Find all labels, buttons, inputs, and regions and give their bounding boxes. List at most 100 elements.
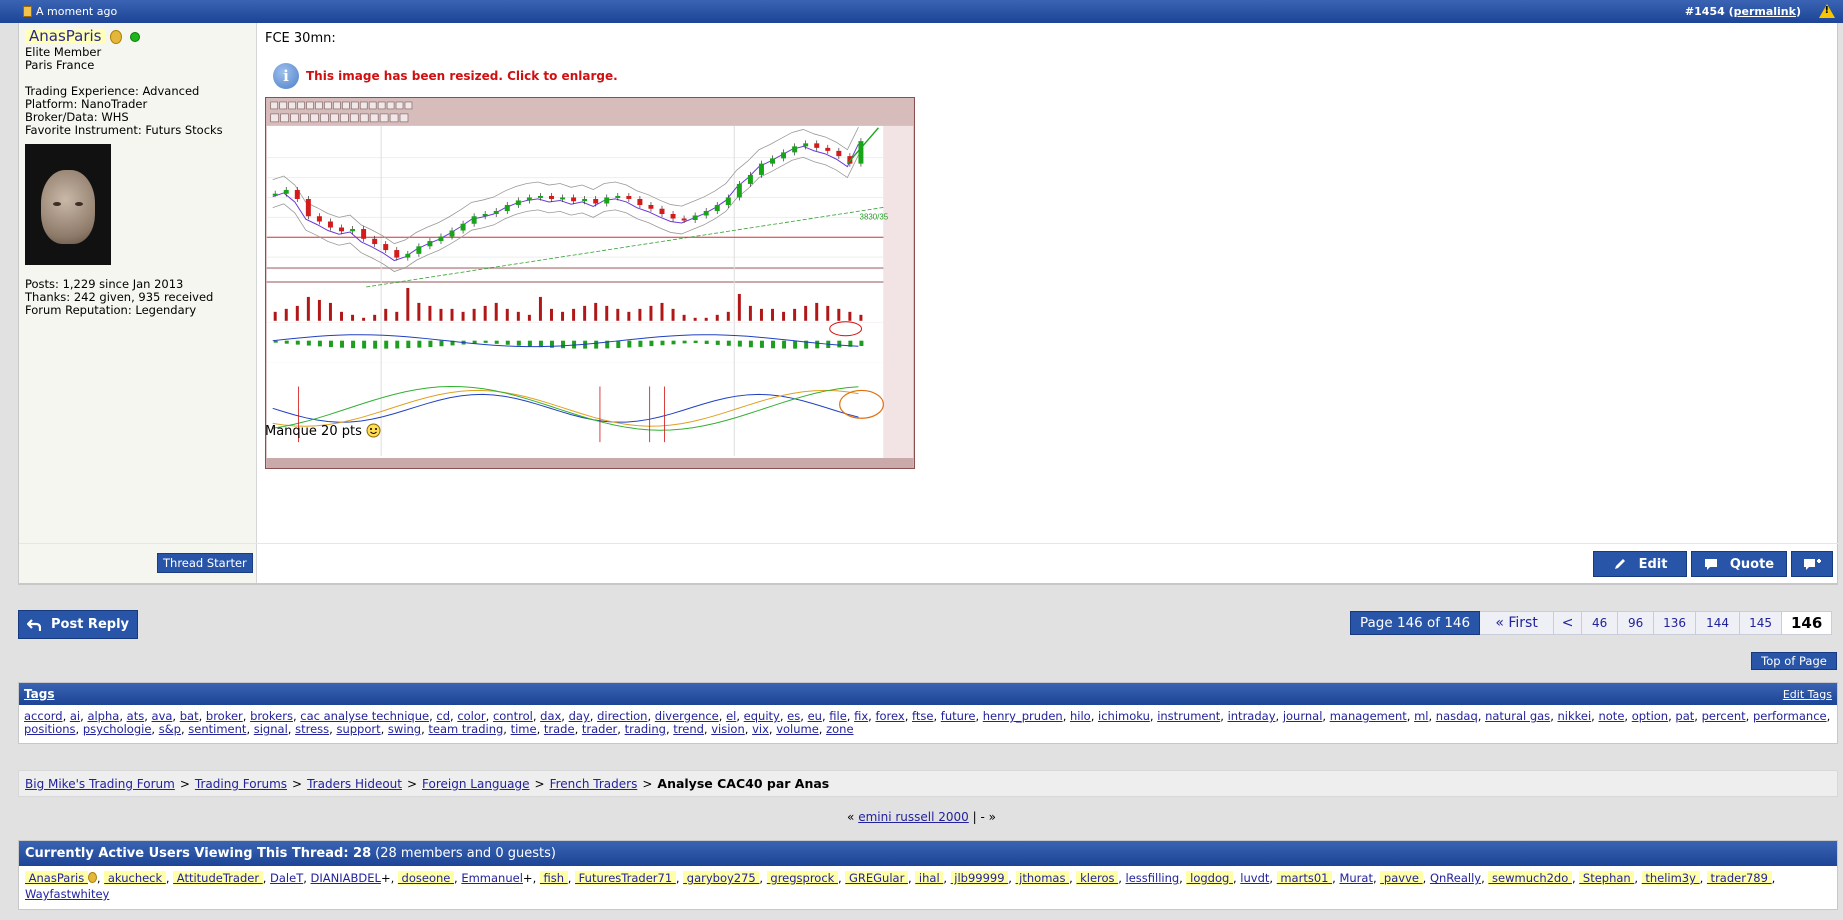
active-user-link[interactable]: pavve [1380, 871, 1423, 885]
active-user-link[interactable]: gregsprock [766, 871, 838, 885]
edit-tags-link[interactable]: Edit Tags [1783, 688, 1832, 701]
tag-link[interactable]: vix [752, 722, 769, 736]
breadcrumb-link[interactable]: French Traders [550, 777, 638, 791]
tag-link[interactable]: dax [540, 709, 561, 723]
page-link[interactable]: 96 [1618, 611, 1655, 635]
tag-link[interactable]: hilo [1070, 709, 1091, 723]
active-user-link[interactable]: AttitudeTrader [173, 871, 263, 885]
tag-link[interactable]: team trading [428, 722, 503, 736]
active-user-link[interactable]: thelim3y [1641, 871, 1700, 885]
tag-link[interactable]: ml [1414, 709, 1428, 723]
tag-link[interactable]: journal [1283, 709, 1323, 723]
active-user-link[interactable]: Wayfastwhitey [25, 887, 109, 901]
tag-link[interactable]: es [787, 709, 800, 723]
active-user-link[interactable]: GREGular [845, 871, 908, 885]
active-user-link[interactable]: luvdt [1240, 871, 1269, 885]
active-user-link[interactable]: sewmuch2do [1488, 871, 1572, 885]
active-user-link[interactable]: QnReally [1430, 871, 1481, 885]
tag-link[interactable]: alpha [87, 709, 119, 723]
tag-link[interactable]: direction [597, 709, 647, 723]
tag-link[interactable]: accord [24, 709, 63, 723]
tag-link[interactable]: nikkei [1558, 709, 1592, 723]
tag-link[interactable]: bat [180, 709, 199, 723]
tag-link[interactable]: ats [127, 709, 145, 723]
active-user-link[interactable]: trader789 [1706, 871, 1772, 885]
chart-image[interactable]: 3830/35 [265, 97, 915, 469]
tag-link[interactable]: eu [808, 709, 822, 723]
tag-link[interactable]: trader [582, 722, 617, 736]
active-user-link[interactable]: FuturesTrader71 [575, 871, 676, 885]
tag-link[interactable]: brokers [250, 709, 293, 723]
tag-link[interactable]: instrument [1157, 709, 1220, 723]
active-user-link[interactable]: doseone [397, 871, 455, 885]
page-link[interactable]: 136 [1654, 611, 1697, 635]
tag-link[interactable]: color [457, 709, 485, 723]
tag-link[interactable]: trend [673, 722, 704, 736]
breadcrumb-link[interactable]: Foreign Language [422, 777, 529, 791]
tag-link[interactable]: time [511, 722, 537, 736]
page-link[interactable]: 46 [1582, 611, 1619, 635]
breadcrumb-link[interactable]: Big Mike's Trading Forum [25, 777, 175, 791]
tag-link[interactable]: sentiment [188, 722, 246, 736]
prev-thread-link[interactable]: emini russell 2000 [858, 810, 969, 824]
active-user-link[interactable]: Murat [1339, 871, 1373, 885]
tag-link[interactable]: ichimoku [1098, 709, 1150, 723]
page-link[interactable]: 145 [1740, 611, 1783, 635]
active-user-link[interactable]: lessfilling [1126, 871, 1180, 885]
tags-title[interactable]: Tags [24, 687, 54, 701]
tag-link[interactable]: performance [1753, 709, 1827, 723]
thread-starter-badge[interactable]: Thread Starter [157, 553, 253, 573]
tag-link[interactable]: percent [1702, 709, 1746, 723]
edit-button[interactable]: Edit [1593, 551, 1687, 577]
tag-link[interactable]: ava [152, 709, 173, 723]
active-user-link[interactable]: jthomas [1015, 871, 1070, 885]
page-prev[interactable]: < [1554, 611, 1583, 635]
tag-link[interactable]: vision [711, 722, 745, 736]
active-user-link[interactable]: kleros [1076, 871, 1119, 885]
permalink-link[interactable]: permalink [1734, 5, 1796, 18]
tag-link[interactable]: note [1598, 709, 1624, 723]
active-user-link[interactable]: DIANIABDEL [311, 871, 381, 885]
tag-link[interactable]: option [1632, 709, 1668, 723]
page-first[interactable]: « First [1480, 611, 1555, 635]
tag-link[interactable]: ftse [912, 709, 933, 723]
tag-link[interactable]: natural gas [1485, 709, 1550, 723]
active-user-link[interactable]: garyboy275 [683, 871, 760, 885]
top-of-page-button[interactable]: Top of Page [1751, 652, 1837, 670]
tag-link[interactable]: day [569, 709, 590, 723]
tag-link[interactable]: broker [206, 709, 243, 723]
tag-link[interactable]: forex [875, 709, 904, 723]
resize-notice-text[interactable]: This image has been resized. Click to en… [306, 69, 618, 83]
post-reply-button[interactable]: Post Reply [18, 610, 138, 639]
multi-quote-button[interactable] [1791, 551, 1833, 577]
active-user-link[interactable]: DaleT [270, 871, 303, 885]
tag-link[interactable]: cac analyse technique [300, 709, 429, 723]
avatar[interactable] [25, 144, 111, 265]
active-user-link[interactable]: Emmanuel [461, 871, 523, 885]
tag-link[interactable]: equity [744, 709, 780, 723]
tag-link[interactable]: management [1330, 709, 1407, 723]
active-user-link[interactable]: logdog [1186, 871, 1233, 885]
breadcrumb-link[interactable]: Trading Forums [195, 777, 287, 791]
tag-link[interactable]: file [829, 709, 847, 723]
username-link[interactable]: AnasParis [25, 29, 106, 44]
active-user-link[interactable]: akucheck [104, 871, 166, 885]
tag-link[interactable]: intraday [1228, 709, 1276, 723]
tag-link[interactable]: trade [544, 722, 575, 736]
tag-link[interactable]: support [336, 722, 380, 736]
active-user-link[interactable]: AnasParis [25, 871, 88, 885]
tag-link[interactable]: nasdaq [1436, 709, 1478, 723]
tag-link[interactable]: psychologie [83, 722, 152, 736]
tag-link[interactable]: stress [295, 722, 329, 736]
tag-link[interactable]: ai [70, 709, 80, 723]
active-user-link[interactable]: Stephan [1579, 871, 1635, 885]
tag-link[interactable]: positions [24, 722, 76, 736]
tag-link[interactable]: henry_pruden [983, 709, 1063, 723]
tag-link[interactable]: swing [388, 722, 421, 736]
active-user-link[interactable]: ihal [915, 871, 944, 885]
tag-link[interactable]: signal [254, 722, 288, 736]
tag-link[interactable]: control [493, 709, 533, 723]
tag-link[interactable]: fix [854, 709, 868, 723]
tag-link[interactable]: s&p [159, 722, 181, 736]
tag-link[interactable]: zone [826, 722, 853, 736]
